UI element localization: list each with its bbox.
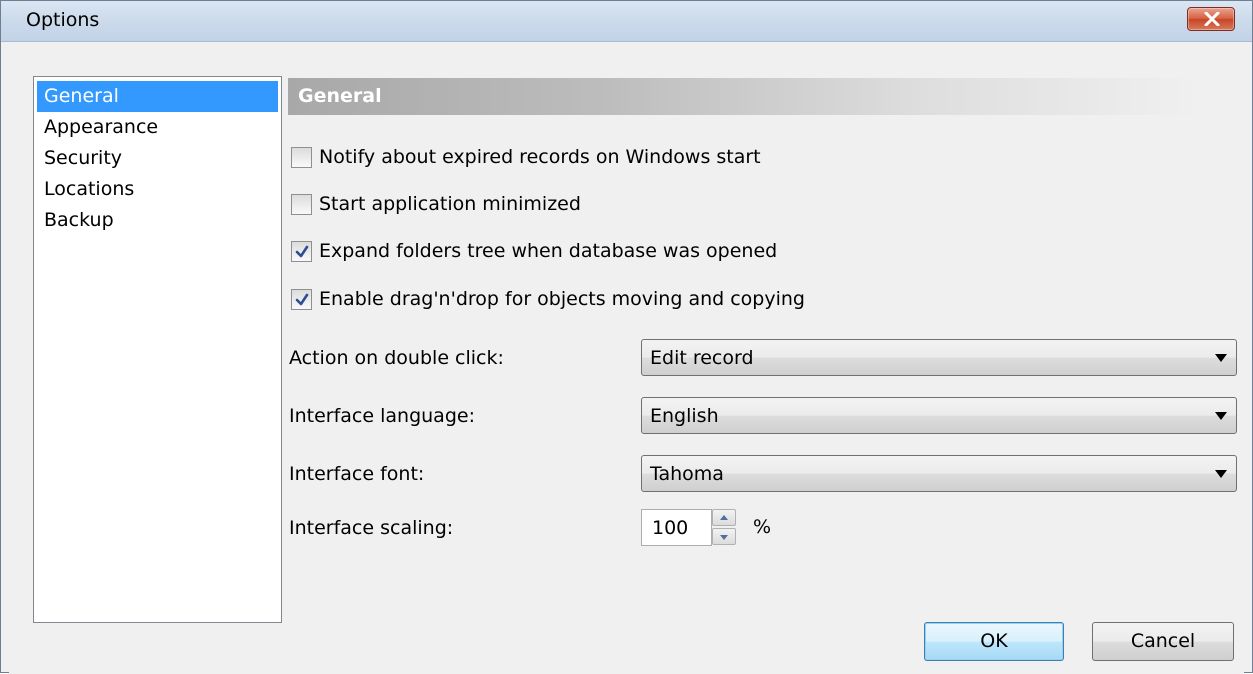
- drag-drop-label: Enable drag'n'drop for objects moving an…: [319, 288, 805, 310]
- title-bar: Options: [1, 1, 1252, 42]
- double-click-value: Edit record: [650, 347, 754, 369]
- expand-folders-checkbox[interactable]: [291, 240, 312, 262]
- sidebar-item-appearance[interactable]: Appearance: [37, 112, 278, 143]
- font-select[interactable]: Tahoma: [641, 455, 1237, 492]
- section-title: General: [298, 85, 382, 107]
- start-minimized-checkbox[interactable]: [291, 193, 312, 215]
- notify-expired-checkbox[interactable]: [291, 146, 312, 168]
- category-list[interactable]: General Appearance Security Locations Ba…: [33, 76, 282, 623]
- checkmark-icon: [295, 245, 309, 257]
- checkmark-icon: [295, 293, 309, 305]
- dialog-client-area: General Appearance Security Locations Ba…: [9, 42, 1244, 674]
- font-label: Interface font:: [289, 463, 425, 485]
- sidebar-item-locations[interactable]: Locations: [37, 174, 278, 205]
- spin-down-button[interactable]: [712, 528, 736, 545]
- section-header: General: [288, 78, 1200, 115]
- cancel-button[interactable]: Cancel: [1092, 622, 1234, 661]
- scaling-input[interactable]: 100: [641, 509, 712, 546]
- scaling-unit: %: [753, 516, 772, 538]
- option-start-minimized[interactable]: Start application minimized: [291, 189, 581, 219]
- option-notify-expired[interactable]: Notify about expired records on Windows …: [291, 142, 761, 172]
- notify-expired-label: Notify about expired records on Windows …: [319, 146, 761, 168]
- double-click-select[interactable]: Edit record: [641, 339, 1237, 376]
- start-minimized-label: Start application minimized: [319, 193, 581, 215]
- sidebar-item-backup[interactable]: Backup: [37, 205, 278, 236]
- language-value: English: [650, 405, 719, 427]
- window-title: Options: [26, 9, 100, 31]
- sidebar-item-security[interactable]: Security: [37, 143, 278, 174]
- chevron-down-icon: [1215, 470, 1227, 478]
- options-dialog: Options General Appearance Security Loca…: [0, 0, 1253, 674]
- spin-up-button[interactable]: [712, 509, 736, 526]
- chevron-down-icon: [1215, 412, 1227, 420]
- drag-drop-checkbox[interactable]: [291, 288, 312, 310]
- option-drag-drop[interactable]: Enable drag'n'drop for objects moving an…: [291, 284, 805, 314]
- sidebar-item-general[interactable]: General: [37, 81, 278, 112]
- scaling-spinner: [712, 509, 738, 546]
- option-expand-folders[interactable]: Expand folders tree when database was op…: [291, 236, 777, 266]
- expand-folders-label: Expand folders tree when database was op…: [319, 240, 778, 262]
- close-icon: [1204, 12, 1220, 26]
- close-button[interactable]: [1187, 7, 1235, 31]
- language-label: Interface language:: [289, 405, 475, 427]
- double-click-label: Action on double click:: [289, 347, 504, 369]
- scaling-label: Interface scaling:: [289, 517, 454, 539]
- chevron-down-icon: [1215, 354, 1227, 362]
- font-value: Tahoma: [650, 463, 724, 485]
- language-select[interactable]: English: [641, 397, 1237, 434]
- ok-button[interactable]: OK: [924, 622, 1064, 661]
